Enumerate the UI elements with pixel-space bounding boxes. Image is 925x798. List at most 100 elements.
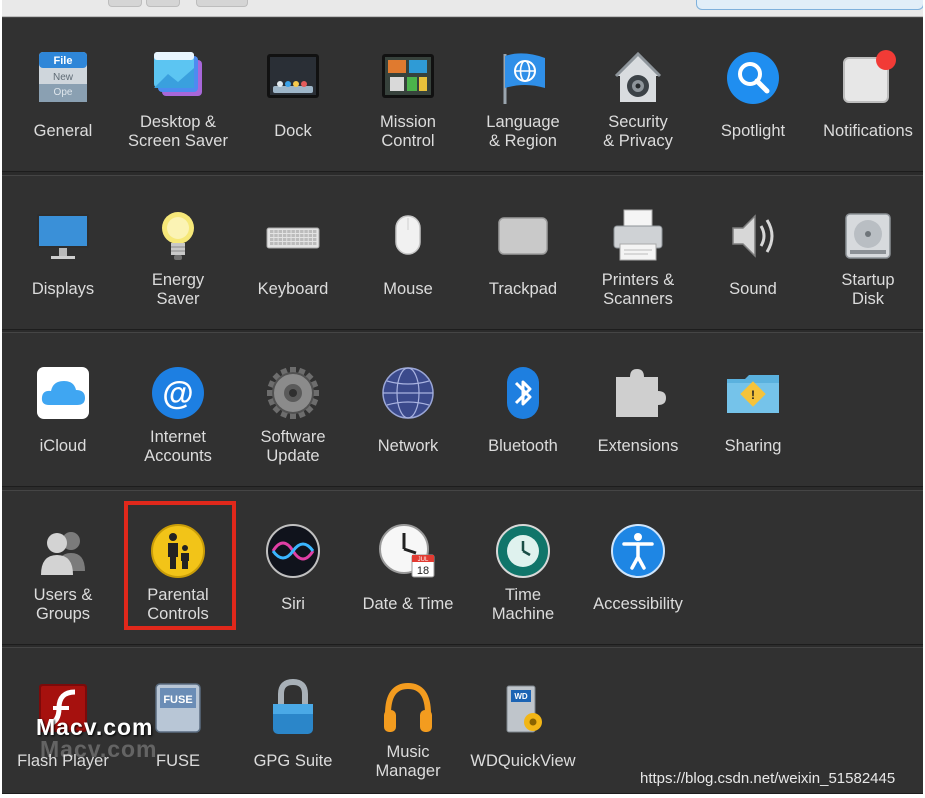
pane-label-line: Displays bbox=[31, 280, 95, 298]
pane-icloud[interactable]: iCloud bbox=[6, 333, 120, 488]
icon-text: Ope bbox=[54, 87, 73, 98]
pane-label: Siri bbox=[236, 595, 350, 614]
pane-label: Time Machine bbox=[466, 586, 580, 624]
pane-label: Security & Privacy bbox=[581, 113, 695, 151]
pane-wdquickview[interactable]: WD WDQuickView bbox=[466, 648, 580, 794]
pane-label-line: Language bbox=[486, 113, 560, 131]
startup-disk-icon bbox=[838, 206, 898, 266]
mouse-icon bbox=[378, 206, 438, 266]
pane-displays[interactable]: Displays bbox=[6, 176, 120, 331]
pane-label-line: Date & Time bbox=[362, 595, 454, 613]
show-all-button[interactable] bbox=[196, 0, 248, 7]
icon-text: New bbox=[53, 72, 74, 83]
accessibility-icon bbox=[608, 521, 668, 581]
pane-label-line: Music bbox=[386, 743, 430, 761]
pane-desktop-screen-saver[interactable]: Desktop & Screen Saver bbox=[121, 18, 235, 173]
pane-label-line: Startup bbox=[841, 271, 895, 289]
pane-label: Software Update bbox=[236, 428, 350, 466]
pane-users-groups[interactable]: Users & Groups bbox=[6, 491, 120, 646]
pane-label: Bluetooth bbox=[466, 437, 580, 456]
pane-internet-accounts[interactable]: @ Internet Accounts bbox=[121, 333, 235, 488]
music-manager-icon bbox=[378, 678, 438, 738]
watermark-url: https://blog.csdn.net/weixin_51582445 bbox=[640, 770, 896, 787]
pane-spotlight[interactable]: Spotlight bbox=[696, 18, 810, 173]
icon-text: FUSE bbox=[163, 694, 192, 706]
pane-label-line: Trackpad bbox=[488, 280, 558, 298]
pane-extensions[interactable]: Extensions bbox=[581, 333, 695, 488]
pane-label: Printers & Scanners bbox=[581, 271, 695, 309]
pane-row: File New Ope General Desktop & Screen Saver Do… bbox=[2, 17, 923, 172]
pane-label: General bbox=[6, 122, 120, 141]
pane-label-line: Sound bbox=[729, 280, 777, 298]
pane-label-line: Manager bbox=[375, 762, 441, 780]
forward-button[interactable] bbox=[146, 0, 180, 7]
pane-software-update[interactable]: Software Update bbox=[236, 333, 350, 488]
pane-keyboard[interactable]: Keyboard bbox=[236, 176, 350, 331]
spotlight-icon bbox=[723, 48, 783, 108]
pane-mouse[interactable]: Mouse bbox=[351, 176, 465, 331]
pane-label: Spotlight bbox=[696, 122, 810, 141]
date-time-icon: JUL 18 bbox=[378, 521, 438, 581]
pane-label-line: General bbox=[33, 122, 93, 140]
pane-date-time[interactable]: JUL 18 Date & Time bbox=[351, 491, 465, 646]
pane-label-line: & Privacy bbox=[603, 132, 673, 150]
pane-label-line: & Region bbox=[489, 132, 557, 150]
pane-trackpad[interactable]: Trackpad bbox=[466, 176, 580, 331]
pane-music-manager[interactable]: Music Manager bbox=[351, 648, 465, 794]
pane-label: Mouse bbox=[351, 280, 465, 299]
pane-label: GPG Suite bbox=[236, 752, 350, 771]
pane-label: Sound bbox=[696, 280, 810, 299]
icloud-icon bbox=[33, 363, 93, 423]
pane-label-line: Bluetooth bbox=[488, 437, 558, 455]
pane-language-region[interactable]: Language & Region bbox=[466, 18, 580, 173]
pane-label: Keyboard bbox=[236, 280, 350, 299]
pane-label: Network bbox=[351, 437, 465, 456]
pane-energy-saver[interactable]: Energy Saver bbox=[121, 176, 235, 331]
pane-accessibility[interactable]: Accessibility bbox=[581, 491, 695, 646]
pane-label-line: Accessibility bbox=[593, 595, 683, 613]
pane-label: iCloud bbox=[6, 437, 120, 456]
pane-label-line: Dock bbox=[274, 122, 312, 140]
pane-gpg-suite[interactable]: GPG Suite bbox=[236, 648, 350, 794]
pane-row: Displays Energy Saver Keyboard Mouse Trackpad… bbox=[2, 175, 923, 330]
pane-mission-control[interactable]: Mission Control bbox=[351, 18, 465, 173]
svg-text:@: @ bbox=[162, 375, 193, 411]
software-update-icon bbox=[263, 363, 323, 423]
pane-bluetooth[interactable]: Bluetooth bbox=[466, 333, 580, 488]
internet-accounts-icon: @ bbox=[148, 363, 208, 423]
fuse-icon: FUSE bbox=[148, 678, 208, 738]
sharing-icon: ! bbox=[723, 363, 783, 423]
back-button[interactable] bbox=[108, 0, 142, 7]
pane-network[interactable]: Network bbox=[351, 333, 465, 488]
pane-security-privacy[interactable]: Security & Privacy bbox=[581, 18, 695, 173]
pane-dock[interactable]: Dock bbox=[236, 18, 350, 173]
pane-time-machine[interactable]: Time Machine bbox=[466, 491, 580, 646]
pane-label-line: iCloud bbox=[39, 437, 87, 455]
pane-startup-disk[interactable]: Startup Disk bbox=[811, 176, 923, 331]
icon-text: WD bbox=[514, 692, 528, 701]
pane-label: Startup Disk bbox=[811, 271, 923, 309]
pane-notifications[interactable]: Notifications bbox=[811, 18, 923, 173]
svg-text:!: ! bbox=[751, 388, 755, 402]
pane-sharing[interactable]: ! Sharing bbox=[696, 333, 810, 488]
pane-row: iCloud @ Internet Accounts Software Update Net… bbox=[2, 332, 923, 487]
pane-sound[interactable]: Sound bbox=[696, 176, 810, 331]
energy-saver-icon bbox=[148, 206, 208, 266]
pane-label: Accessibility bbox=[581, 595, 695, 614]
pane-label-line: Sharing bbox=[724, 437, 782, 455]
pane-general[interactable]: File New Ope General bbox=[6, 18, 120, 173]
pane-siri[interactable]: Siri bbox=[236, 491, 350, 646]
displays-icon bbox=[33, 206, 93, 266]
users-groups-icon bbox=[33, 521, 93, 581]
watermark-site-shadow: Macv.com bbox=[40, 736, 158, 762]
pane-printers-scanners[interactable]: Printers & Scanners bbox=[581, 176, 695, 331]
search-field[interactable] bbox=[696, 0, 923, 10]
pane-label-line: Notifications bbox=[823, 122, 913, 140]
pane-label: Sharing bbox=[696, 437, 810, 456]
pane-label-line: Groups bbox=[35, 605, 91, 623]
desktop-screen-saver-icon bbox=[148, 48, 208, 108]
pane-label: Dock bbox=[236, 122, 350, 141]
mission-control-icon bbox=[378, 48, 438, 108]
icon-text: File bbox=[54, 55, 73, 67]
siri-icon bbox=[263, 521, 323, 581]
